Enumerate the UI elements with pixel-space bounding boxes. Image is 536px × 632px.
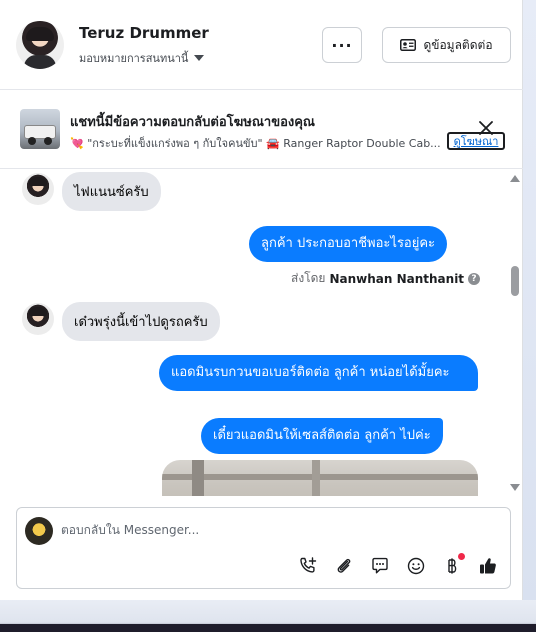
message-outgoing[interactable]: เดี๋ยวแอดมินให้เซลส์ติดต่อ ลูกค้า ไปค่ะ: [201, 418, 443, 454]
close-icon[interactable]: [478, 120, 494, 136]
sender-avatar[interactable]: [22, 303, 54, 335]
ad-banner-title: แชทนี้มีข้อความตอบกลับต่อโฆษณาของคุณ: [70, 115, 315, 130]
thumbs-up-icon: [480, 558, 496, 574]
attach-button[interactable]: [331, 554, 357, 578]
conversation-header: Teruz Drummer มอบหมายการสนทนานี้ ··· ดูข…: [0, 0, 523, 90]
scroll-down-arrow[interactable]: [510, 484, 520, 491]
contact-card-icon: [400, 39, 417, 51]
sent-by-info: ส่งโดย Nanwhan Nanthanit ?: [291, 269, 481, 288]
assign-conversation-dropdown[interactable]: มอบหมายการสนทนานี้: [79, 49, 205, 67]
like-button[interactable]: [475, 554, 501, 578]
conversation-panel: Teruz Drummer มอบหมายการสนทนานี้ ··· ดูข…: [0, 0, 523, 600]
ad-thumbnail[interactable]: [20, 109, 60, 149]
reply-composer: [16, 507, 511, 589]
call-button[interactable]: [295, 554, 321, 578]
view-ad-link[interactable]: ดูโฆษณา: [447, 132, 505, 150]
background-strip: [523, 0, 536, 600]
scroll-up-arrow[interactable]: [510, 175, 520, 182]
view-contact-info-button[interactable]: ดูข้อมูลติดต่อ: [382, 27, 511, 63]
ad-reply-banner: แชทนี้มีข้อความตอบกลับต่อโฆษณาของคุณ 💘 "…: [0, 91, 523, 169]
smiley-icon: [407, 557, 425, 575]
chat-bubble-icon: [372, 557, 388, 574]
phone-plus-icon: [300, 557, 317, 573]
sent-by-prefix: ส่งโดย: [291, 271, 326, 285]
reply-input[interactable]: [61, 519, 481, 541]
caret-down-icon: [194, 55, 205, 61]
ad-banner-subtitle: 💘 "กระบะที่แข็งแกร่งพอ ๆ กับใจคนขับ" 🚘 R…: [70, 137, 441, 150]
question-icon[interactable]: ?: [468, 272, 481, 285]
contact-name[interactable]: Teruz Drummer: [79, 24, 209, 42]
page-avatar: [25, 517, 53, 545]
assign-label: มอบหมายการสนทนานี้: [79, 52, 189, 65]
scrollbar-thumb[interactable]: [511, 266, 519, 296]
message-outgoing[interactable]: ลูกค้า ประกอบอาชีพอะไรอยู่คะ: [249, 226, 448, 262]
saved-replies-button[interactable]: [367, 554, 393, 578]
message-incoming[interactable]: เด๋วพรุ่งนี้เข้าไปดูรถครับ: [62, 302, 220, 341]
contact-info-label: ดูข้อมูลติดต่อ: [423, 37, 493, 52]
emoji-button[interactable]: [403, 554, 429, 578]
contact-avatar[interactable]: [16, 21, 64, 69]
sent-by-name: Nanwhan Nanthanit: [329, 271, 465, 286]
sender-avatar[interactable]: [22, 173, 54, 205]
notification-dot: [458, 553, 465, 560]
message-thread[interactable]: ไฟแนนซ์ครับ ลูกค้า ประกอบอาชีพอะไรอยู่คะ…: [0, 170, 509, 496]
image-attachment[interactable]: [162, 460, 478, 496]
more-options-button[interactable]: ···: [322, 27, 362, 63]
paperclip-icon: [337, 558, 351, 573]
message-outgoing[interactable]: แอดมินรบกวนขอเบอร์ติดต่อ ลูกค้า หน่อยได้…: [159, 355, 478, 391]
message-incoming[interactable]: ไฟแนนซ์ครับ: [62, 172, 161, 211]
taskbar-edge: [0, 600, 536, 632]
